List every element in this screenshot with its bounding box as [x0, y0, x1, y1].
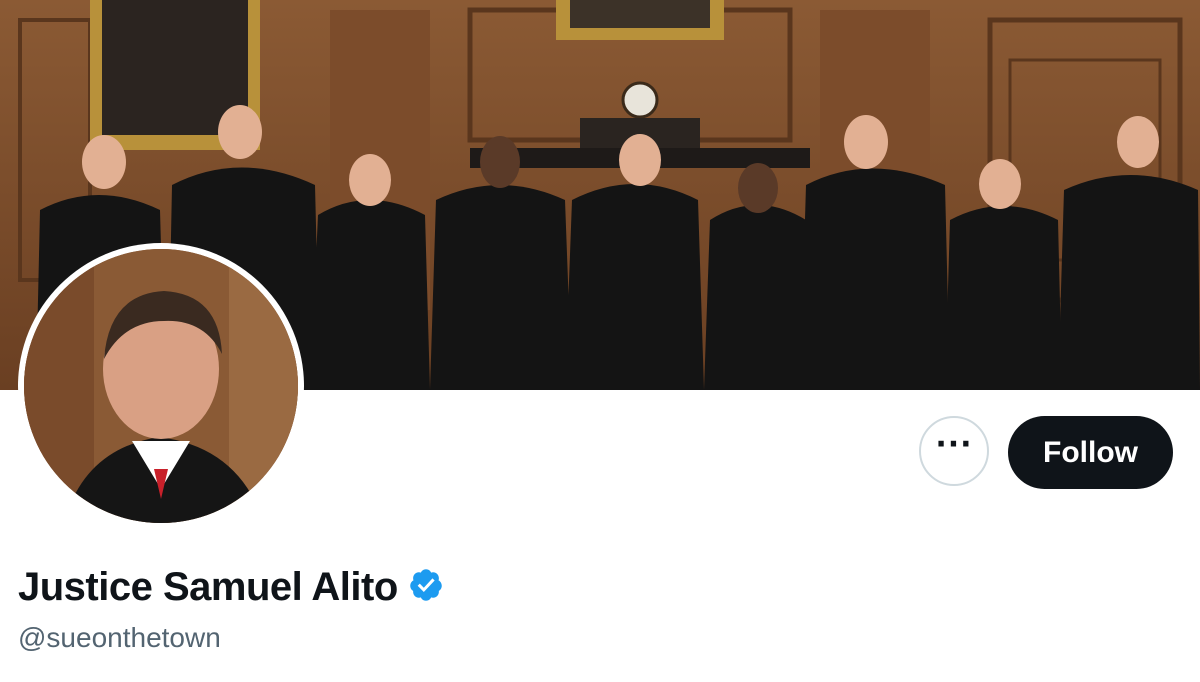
- avatar-photo: [24, 249, 298, 523]
- profile-display-name: Justice Samuel Alito: [18, 565, 398, 609]
- more-icon: ···: [935, 427, 973, 462]
- more-options-button[interactable]: ···: [919, 416, 989, 486]
- follow-button[interactable]: Follow: [1008, 416, 1173, 489]
- profile-handle: @sueonthetown: [18, 622, 221, 653]
- verified-badge-icon[interactable]: [408, 567, 444, 608]
- profile-name-row: Justice Samuel Alito: [18, 565, 444, 610]
- profile-avatar[interactable]: [18, 243, 304, 529]
